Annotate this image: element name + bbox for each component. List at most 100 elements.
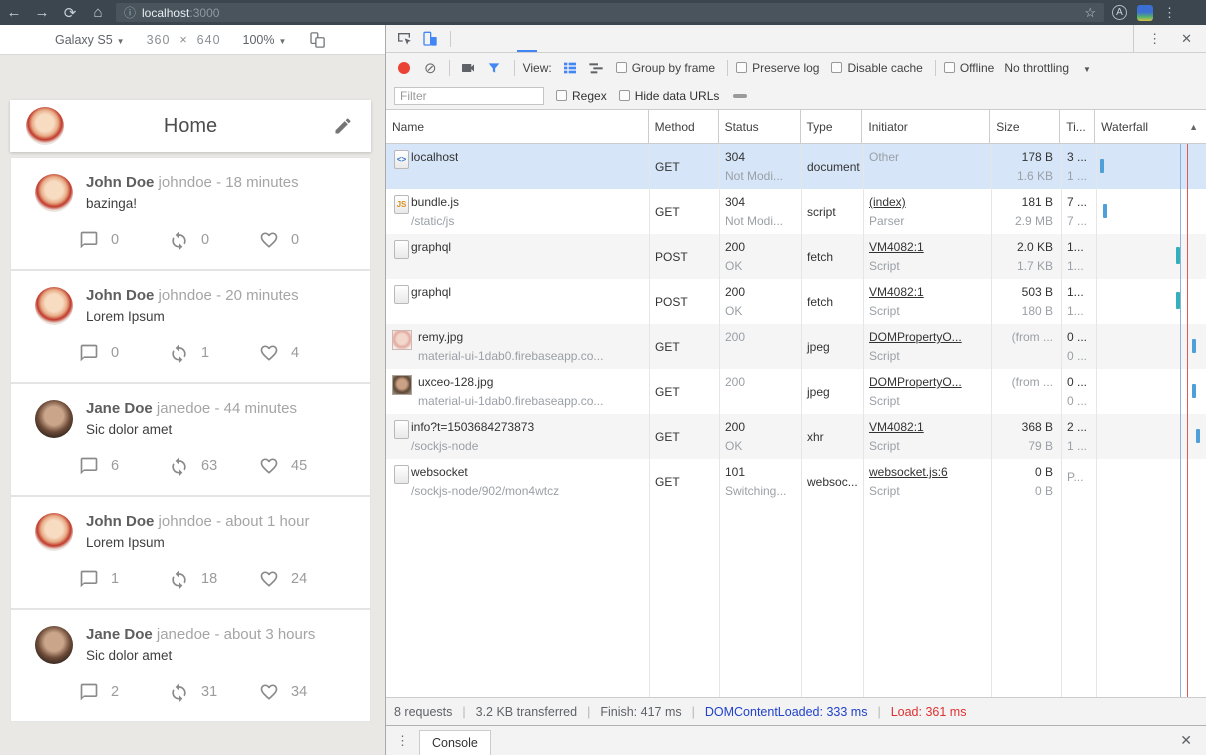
devtools-tab[interactable] <box>597 25 617 52</box>
comment-button[interactable]: 2 <box>79 682 169 702</box>
compose-pencil-icon[interactable] <box>333 116 353 136</box>
home-icon[interactable]: ⌂ <box>84 4 112 21</box>
column-header-name[interactable]: Name <box>386 110 649 143</box>
column-header-status[interactable]: Status <box>719 110 801 143</box>
initiator-link[interactable]: VM4082:1 <box>869 420 985 434</box>
network-request-row[interactable]: <> localhost GET 304Not Modi... document… <box>386 144 1206 189</box>
initiator-link[interactable]: VM4082:1 <box>869 240 985 254</box>
post-card[interactable]: John Doe johndoe - 18 minutes bazinga! 0 <box>10 157 371 270</box>
avatar[interactable] <box>26 107 64 145</box>
drawer-tab-console[interactable]: Console <box>419 730 491 755</box>
like-button[interactable]: 4 <box>259 343 349 363</box>
retweet-button[interactable]: 31 <box>169 682 259 702</box>
devtools-tab[interactable] <box>557 25 577 52</box>
column-header-method[interactable]: Method <box>649 110 719 143</box>
avatar[interactable] <box>35 174 73 212</box>
drawer-close-icon[interactable]: ✕ <box>1166 732 1206 749</box>
reload-icon[interactable]: ⟳ <box>56 4 84 22</box>
large-rows-view-icon[interactable] <box>562 60 578 76</box>
post-card[interactable]: John Doe johndoe - 20 minutes Lorem Ipsu… <box>10 270 371 383</box>
like-button[interactable]: 0 <box>259 230 349 250</box>
devtools-tab[interactable] <box>537 25 557 52</box>
network-request-row[interactable]: websocket/sockjs-node/902/mon4wtcz GET 1… <box>386 459 1206 504</box>
devtools-tab[interactable] <box>617 25 637 52</box>
initiator-link[interactable]: VM4082:1 <box>869 285 985 299</box>
devtools-menu-icon[interactable]: ⋮ <box>1138 31 1171 47</box>
column-header-waterfall[interactable]: Waterfall▲ <box>1095 110 1206 143</box>
initiator-link[interactable]: Other <box>869 150 985 164</box>
network-request-row[interactable]: remy.jpgmaterial-ui-1dab0.firebaseapp.co… <box>386 324 1206 369</box>
drawer-menu-icon[interactable]: ⋮ <box>386 733 419 749</box>
retweet-button[interactable]: 63 <box>169 456 259 476</box>
devtools-tab[interactable] <box>457 25 477 52</box>
initiator-link[interactable]: DOMPropertyO... <box>869 375 985 389</box>
like-button[interactable]: 34 <box>259 682 349 702</box>
url-bar[interactable]: ⓘ localhost:3000 ☆ <box>116 3 1104 22</box>
disable-cache-checkbox[interactable]: Disable cache <box>831 61 922 75</box>
initiator-link[interactable]: DOMPropertyO... <box>869 330 985 344</box>
device-height-field[interactable]: 640 <box>197 33 221 47</box>
regex-checkbox[interactable]: Regex <box>556 89 607 103</box>
comment-button[interactable]: 1 <box>79 569 169 589</box>
clear-network-log-icon[interactable]: ⊘ <box>424 59 437 77</box>
avatar[interactable] <box>35 400 73 438</box>
column-header-time[interactable]: Ti... <box>1060 110 1095 143</box>
post-card[interactable]: Jane Doe janedoe - 44 minutes Sic dolor … <box>10 383 371 496</box>
hide-data-urls-checkbox[interactable]: Hide data URLs <box>619 89 720 103</box>
request-name: info?t=1503684273873 <box>411 420 534 434</box>
comment-button[interactable]: 0 <box>79 343 169 363</box>
network-request-row[interactable]: graphql POST 200OK fetch VM4082:1Script … <box>386 234 1206 279</box>
column-header-type[interactable]: Type <box>801 110 863 143</box>
toggle-device-toolbar-icon[interactable] <box>422 31 438 47</box>
comment-button[interactable]: 6 <box>79 456 169 476</box>
preserve-log-checkbox[interactable]: Preserve log <box>736 61 819 75</box>
device-select[interactable]: Galaxy S5▼ <box>55 33 125 47</box>
inspect-element-icon[interactable] <box>396 31 412 47</box>
forward-icon[interactable]: → <box>28 4 56 21</box>
post-card[interactable]: Jane Doe janedoe - about 3 hours Sic dol… <box>10 609 371 722</box>
request-type-filter[interactable] <box>733 94 747 98</box>
devtools-tab[interactable] <box>477 25 497 52</box>
site-info-icon[interactable]: ⓘ <box>124 4 136 21</box>
zoom-select[interactable]: 100%▼ <box>243 33 287 47</box>
like-button[interactable]: 24 <box>259 569 349 589</box>
filter-input[interactable] <box>394 87 544 105</box>
avatar[interactable] <box>35 287 73 325</box>
initiator-link[interactable]: websocket.js:6 <box>869 465 985 479</box>
network-request-row[interactable]: JS bundle.js/static/js GET 304Not Modi..… <box>386 189 1206 234</box>
filter-funnel-icon[interactable] <box>486 60 502 76</box>
avatar[interactable] <box>35 513 73 551</box>
devtools-tab[interactable] <box>517 25 537 52</box>
retweet-button[interactable]: 1 <box>169 343 259 363</box>
devtools-tab[interactable] <box>497 25 517 52</box>
throttling-select[interactable]: No throttling▼ <box>1004 61 1091 75</box>
browser-menu-icon[interactable]: ⋮ <box>1163 5 1176 21</box>
retweet-button[interactable]: 0 <box>169 230 259 250</box>
request-method: GET <box>655 385 680 399</box>
network-request-row[interactable]: info?t=1503684273873/sockjs-node GET 200… <box>386 414 1206 459</box>
like-button[interactable]: 45 <box>259 456 349 476</box>
network-request-row[interactable]: graphql POST 200OK fetch VM4082:1Script … <box>386 279 1206 324</box>
overview-timeline-icon[interactable] <box>588 60 604 76</box>
retweet-button[interactable]: 18 <box>169 569 259 589</box>
initiator-link[interactable]: (index) <box>869 195 985 209</box>
column-header-size[interactable]: Size <box>990 110 1060 143</box>
capture-screenshots-icon[interactable] <box>460 60 476 76</box>
offline-checkbox[interactable]: Offline <box>944 61 994 75</box>
devtools-close-icon[interactable]: ✕ <box>1171 31 1202 47</box>
column-header-initiator[interactable]: Initiator <box>862 110 990 143</box>
back-icon[interactable]: ← <box>0 4 28 21</box>
profile-initial-icon[interactable]: A <box>1112 5 1127 20</box>
group-by-frame-checkbox[interactable]: Group by frame <box>616 61 715 75</box>
device-width-field[interactable]: 360 <box>147 33 171 47</box>
comment-button[interactable]: 0 <box>79 230 169 250</box>
avatar[interactable] <box>35 626 73 664</box>
status-text: Switching... <box>725 484 795 498</box>
record-network-log-icon[interactable] <box>398 62 410 74</box>
network-request-row[interactable]: uxceo-128.jpgmaterial-ui-1dab0.firebasea… <box>386 369 1206 414</box>
rotate-device-icon[interactable] <box>308 31 326 49</box>
post-card[interactable]: John Doe johndoe - about 1 hour Lorem Ip… <box>10 496 371 609</box>
browser-avatar[interactable] <box>1137 5 1153 21</box>
bookmark-star-icon[interactable]: ☆ <box>1084 5 1096 21</box>
devtools-tab[interactable] <box>577 25 597 52</box>
